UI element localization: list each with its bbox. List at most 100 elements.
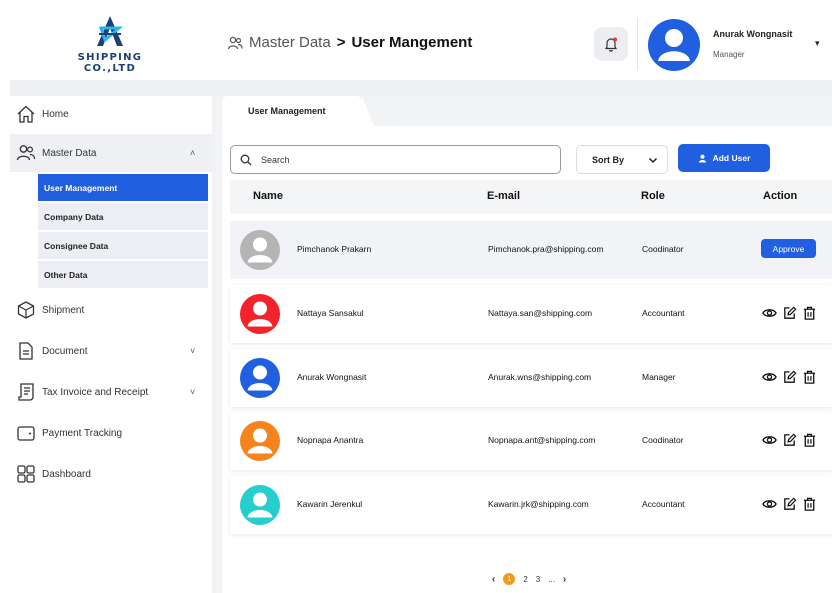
sidebar-sub-other-data[interactable]: Other Data [38, 261, 208, 288]
user-role: Coodinator [642, 435, 684, 445]
column-header-email: E-mail [487, 190, 521, 202]
edit-icon[interactable] [782, 369, 797, 385]
delete-icon[interactable] [802, 305, 817, 321]
user-management-panel: Sort By Add User Name E-mail Role Action… [222, 126, 832, 593]
edit-icon[interactable] [782, 432, 797, 448]
current-user-role: Manager [713, 50, 745, 59]
table-row[interactable]: Anurak Wongnasit Anurak.wns@shipping.com M… [230, 349, 832, 407]
sidebar-item-master-data[interactable]: Master Data ˄ [10, 134, 212, 172]
sidebar-item-label: Master Data [42, 147, 97, 159]
sidebar-item-document[interactable]: Document ˅ [10, 334, 212, 368]
delete-icon[interactable] [802, 496, 817, 512]
row-actions [762, 496, 817, 512]
breadcrumb-current: User Mangement [351, 34, 473, 51]
user-email: Anurak.wns@shipping.com [488, 372, 592, 382]
pagination-page-current[interactable]: 1 [503, 573, 516, 585]
sidebar-item-dashboard[interactable]: Dashboard [10, 457, 212, 491]
pagination-next[interactable]: › [563, 574, 566, 585]
table-row[interactable]: Pimchanok Prakarn Pimchanok.pra@shipping.… [230, 221, 832, 279]
sidebar-item-label: Payment Tracking [42, 427, 123, 439]
column-header-action: Action [763, 190, 798, 202]
sort-by-label: Sort By [592, 154, 625, 165]
sidebar-item-payment-tracking[interactable]: Payment Tracking [10, 416, 212, 450]
table-row[interactable]: Nattaya Sansakul Nattaya.san@shipping.com… [230, 285, 832, 343]
table-row[interactable]: Nopnapa Anantra Nopnapa.ant@shipping.com C… [230, 412, 832, 470]
chevron-down-icon: ˅ [190, 387, 196, 397]
tab-user-management[interactable]: User Management [222, 96, 374, 126]
delete-icon[interactable] [802, 432, 817, 448]
chevron-down-icon [648, 157, 658, 164]
delete-icon[interactable] [802, 369, 817, 385]
top-header: SHIPPING CO.,LTD Master Data > User Mang… [0, 0, 832, 80]
company-logo[interactable]: SHIPPING CO.,LTD [50, 14, 170, 74]
pagination-prev[interactable]: ‹ [492, 574, 495, 585]
current-user-avatar[interactable] [648, 19, 700, 71]
user-email: Nopnapa.ant@shipping.com [488, 435, 596, 445]
edit-icon[interactable] [782, 305, 797, 321]
sidebar-sub-company-data[interactable]: Company Data [38, 203, 208, 230]
user-name: Pimchanok Prakarn [297, 244, 372, 254]
receipt-icon [18, 383, 34, 401]
sort-by-dropdown[interactable]: Sort By [576, 145, 668, 174]
user-avatar [240, 421, 280, 461]
user-icon [698, 154, 706, 163]
home-icon [17, 105, 35, 123]
bell-icon [604, 37, 618, 52]
pagination-ellipsis: ... [548, 574, 555, 584]
user-avatar-icon [247, 428, 273, 454]
user-role: Coodinator [642, 244, 684, 254]
breadcrumb-separator: > [336, 34, 346, 51]
pagination-page[interactable]: 2 [523, 575, 527, 584]
users-icon [227, 36, 243, 49]
notification-button[interactable] [594, 27, 628, 61]
sidebar-item-label: Document [42, 345, 88, 357]
user-avatar-icon [247, 492, 273, 518]
row-actions [762, 305, 817, 321]
user-role: Accountant [642, 499, 685, 509]
sidebar-item-label: Tax Invoice and Receipt [42, 386, 149, 398]
document-icon [19, 342, 33, 360]
breadcrumb-parent[interactable]: Master Data [249, 34, 331, 51]
approve-button[interactable]: Approve [761, 239, 816, 258]
user-avatar-icon [658, 29, 690, 61]
add-user-button[interactable]: Add User [678, 144, 770, 172]
shipping-logo-icon [97, 16, 124, 46]
edit-icon[interactable] [782, 496, 797, 512]
row-actions [762, 432, 817, 448]
user-avatar-icon [247, 237, 273, 263]
view-icon[interactable] [762, 432, 777, 448]
pagination-page[interactable]: 3 [536, 575, 540, 584]
user-name: Anurak Wongnasit [297, 372, 367, 382]
dashboard-icon [17, 465, 35, 483]
user-avatar-icon [247, 365, 273, 391]
search-input[interactable] [261, 154, 541, 165]
company-name: SHIPPING CO.,LTD [77, 52, 143, 74]
user-name: Nopnapa Anantra [297, 435, 364, 445]
user-avatar [240, 230, 280, 270]
user-role: Accountant [642, 308, 685, 318]
view-icon[interactable] [762, 496, 777, 512]
wallet-icon [17, 426, 35, 441]
users-icon [16, 145, 36, 161]
table-row[interactable]: Kawarin Jerenkul Kawarin.jrk@shipping.com… [230, 476, 832, 534]
header-divider [637, 18, 638, 70]
sidebar-sub-consignee-data[interactable]: Consignee Data [38, 232, 208, 259]
sidebar-sub-user-management[interactable]: User Management [38, 174, 208, 201]
user-email: Nattaya.san@shipping.com [488, 308, 593, 318]
search-box[interactable] [230, 145, 561, 174]
sidebar-item-label: Shipment [42, 304, 85, 316]
sidebar-item-home[interactable]: Home [10, 97, 212, 131]
user-menu-caret[interactable]: ▾ [815, 38, 820, 49]
chevron-up-icon: ˄ [190, 148, 196, 158]
search-icon [240, 154, 252, 165]
view-icon[interactable] [762, 305, 777, 321]
user-avatar [240, 294, 280, 334]
sidebar-item-tax-invoice[interactable]: Tax Invoice and Receipt ˅ [10, 375, 212, 409]
column-header-name: Name [253, 190, 283, 202]
user-avatar [240, 485, 280, 525]
user-avatar-icon [247, 301, 273, 327]
sidebar-item-shipment[interactable]: Shipment [10, 293, 212, 327]
view-icon[interactable] [762, 369, 777, 385]
pagination: ‹ 1 2 3 ... › [492, 573, 566, 585]
chevron-down-icon: ˅ [190, 346, 196, 356]
